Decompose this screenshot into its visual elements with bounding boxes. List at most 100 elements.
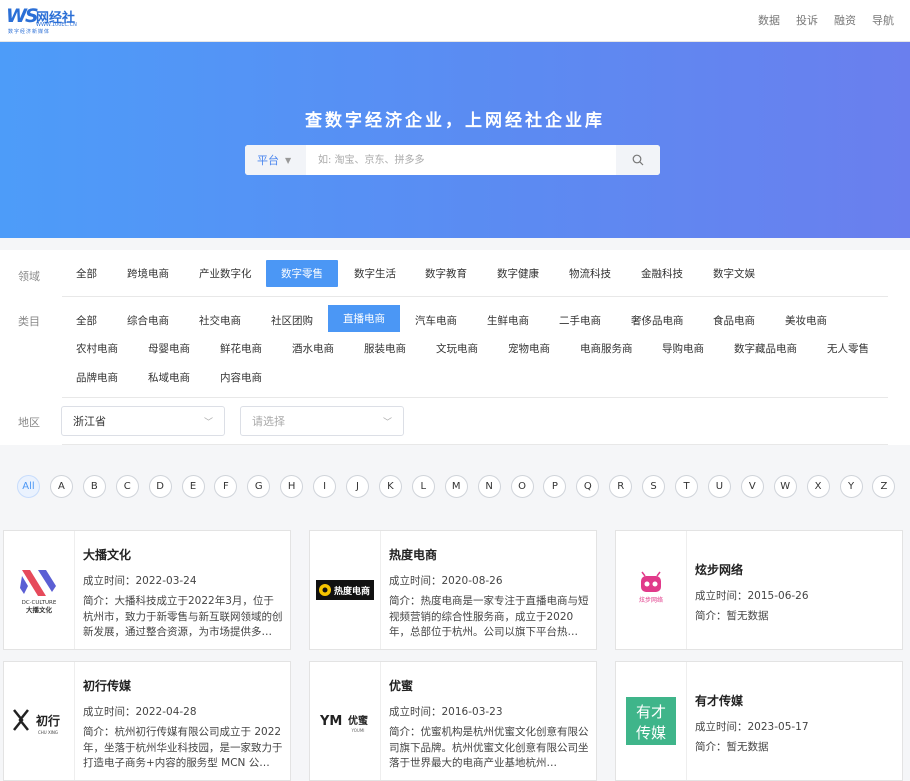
category-tab[interactable]: 数字藏品电商	[734, 341, 797, 356]
letter-filter[interactable]: S	[642, 475, 666, 498]
divider	[62, 444, 888, 445]
company-date: 成立时间：2023-05-17	[695, 721, 809, 733]
category-tab[interactable]: 内容电商	[220, 370, 262, 385]
letter-filter[interactable]: L	[411, 475, 435, 498]
domain-tab[interactable]: 跨境电商	[112, 260, 184, 287]
letter-filter[interactable]: R	[609, 475, 633, 498]
search-button[interactable]	[616, 145, 660, 175]
domain-tab[interactable]: 数字教育	[410, 260, 482, 287]
letter-filter[interactable]: U	[707, 475, 731, 498]
chevron-down-icon: ﹀	[203, 417, 213, 428]
company-card[interactable]: YM 优蜜 YOUMI 优蜜 成立时间：2016-03-23 简介：优蜜机构是杭…	[309, 661, 597, 781]
search-icon	[632, 154, 644, 166]
nav-complaint[interactable]: 投诉	[796, 12, 818, 28]
domain-tab[interactable]: 产业数字化	[184, 260, 267, 287]
letter-filter[interactable]: P	[543, 475, 567, 498]
domain-label: 领域	[18, 270, 40, 283]
search-input[interactable]	[306, 145, 616, 175]
company-logo: 有才 传媒	[616, 662, 687, 780]
letter-filter[interactable]: V	[740, 475, 764, 498]
redu-logo-icon: 热度电商	[316, 580, 374, 600]
category-tab[interactable]: 导购电商	[662, 341, 704, 356]
domain-tab[interactable]: 数字文娱	[698, 260, 770, 287]
letter-filter[interactable]: A	[49, 475, 73, 498]
category-tab[interactable]: 社区团购	[271, 313, 313, 328]
letter-filter[interactable]: M	[444, 475, 468, 498]
category-tab[interactable]: 私域电商	[148, 370, 190, 385]
category-tab[interactable]: 二手电商	[559, 313, 601, 328]
letter-filter[interactable]: G	[247, 475, 271, 498]
company-card[interactable]: 炫步网络 炫步网络 成立时间：2015-06-26 简介：暂无数据	[615, 530, 903, 650]
company-card[interactable]: 有才 传媒 有才传媒 成立时间：2023-05-17 简介：暂无数据	[615, 661, 903, 781]
letter-filter[interactable]: I	[313, 475, 337, 498]
letter-filter[interactable]: All	[17, 475, 40, 498]
category-tab[interactable]: 农村电商	[76, 341, 118, 356]
category-tab[interactable]: 美妆电商	[785, 313, 827, 328]
company-name: 有才传媒	[695, 694, 744, 708]
category-tab[interactable]: 生鲜电商	[487, 313, 529, 328]
company-date: 成立时间：2022-03-24	[83, 575, 197, 587]
company-date: 成立时间：2022-04-28	[83, 706, 197, 718]
company-card[interactable]: DC·CULTURE 大播文化 大播文化 成立时间：2022-03-24 简介：…	[3, 530, 291, 650]
letter-filter[interactable]: T	[675, 475, 698, 498]
letter-filter[interactable]: N	[477, 475, 501, 498]
company-card[interactable]: 热度电商 热度电商 成立时间：2020-08-26 简介：热度电商是一家专注于直…	[309, 530, 597, 650]
svg-text:传媒: 传媒	[636, 724, 666, 742]
category-tab[interactable]: 无人零售	[827, 341, 869, 356]
category-tab[interactable]: 文玩电商	[436, 341, 478, 356]
letter-filter[interactable]: C	[115, 475, 139, 498]
youcai-logo-icon: 有才 传媒	[626, 697, 676, 745]
category-tab[interactable]: 宠物电商	[508, 341, 550, 356]
nav-financing[interactable]: 融资	[834, 12, 856, 28]
category-tab[interactable]: 食品电商	[713, 313, 755, 328]
city-select[interactable]: 请选择 ﹀	[240, 406, 404, 436]
category-tab[interactable]: 社交电商	[199, 313, 241, 328]
letter-filter[interactable]: H	[280, 475, 304, 498]
nav-data[interactable]: 数据	[758, 12, 780, 28]
company-intro: 简介：暂无数据	[695, 741, 769, 753]
domain-tab[interactable]: 金融科技	[626, 260, 698, 287]
letter-filter[interactable]: Z	[872, 475, 896, 498]
category-tab[interactable]: 服装电商	[364, 341, 406, 356]
category-tab[interactable]: 电商服务商	[580, 341, 633, 356]
category-tab[interactable]: 奢侈品电商	[631, 313, 684, 328]
letter-filter[interactable]: O	[510, 475, 534, 498]
domain-tab[interactable]: 物流科技	[554, 260, 626, 287]
letter-filter[interactable]: J	[346, 475, 369, 498]
svg-text:YM: YM	[319, 714, 342, 729]
company-card[interactable]: 初行 CHU XING 初行传媒 成立时间：2022-04-28 简介：杭州初行…	[3, 661, 291, 781]
category-tab[interactable]: 品牌电商	[76, 370, 118, 385]
company-logo: DC·CULTURE 大播文化	[4, 531, 75, 649]
letter-filter[interactable]: Y	[839, 475, 863, 498]
letter-filter[interactable]: F	[214, 475, 238, 498]
dc-culture-logo-icon: DC·CULTURE 大播文化	[20, 570, 57, 614]
category-tab[interactable]: 全部	[76, 313, 97, 328]
letter-filter[interactable]: D	[148, 475, 172, 498]
search-type-select[interactable]: 平台 ▼	[245, 145, 306, 175]
letter-filter[interactable]: E	[181, 475, 205, 498]
search-bar: 平台 ▼	[245, 145, 660, 175]
category-tab[interactable]: 直播电商	[328, 305, 400, 332]
company-date: 成立时间：2015-06-26	[695, 590, 809, 602]
nav-guide[interactable]: 导航	[872, 12, 894, 28]
letter-filter[interactable]: X	[806, 475, 830, 498]
letter-filter[interactable]: K	[378, 475, 402, 498]
letter-filter[interactable]: B	[82, 475, 106, 498]
svg-text:YOUMI: YOUMI	[351, 728, 365, 733]
site-logo[interactable]: WS 网经社 WWW.100EC.CN 数字经济新媒体	[6, 5, 84, 35]
category-tab[interactable]: 鲜花电商	[220, 341, 262, 356]
category-tab[interactable]: 汽车电商	[415, 313, 457, 328]
company-name: 优蜜	[389, 679, 414, 693]
letter-filter[interactable]: W	[773, 475, 797, 498]
svg-text:初行: 初行	[36, 713, 60, 728]
domain-tab[interactable]: 数字零售	[266, 260, 338, 287]
letter-filter[interactable]: Q	[576, 475, 600, 498]
domain-tab[interactable]: 数字健康	[482, 260, 554, 287]
category-tab[interactable]: 母婴电商	[148, 341, 190, 356]
domain-tab[interactable]: 数字生活	[339, 260, 411, 287]
category-tab[interactable]: 酒水电商	[292, 341, 334, 356]
category-tab[interactable]: 综合电商	[127, 313, 169, 328]
svg-text:炫步网络: 炫步网络	[639, 596, 663, 604]
domain-tab[interactable]: 全部	[61, 260, 112, 287]
province-select[interactable]: 浙江省 ﹀	[61, 406, 225, 436]
